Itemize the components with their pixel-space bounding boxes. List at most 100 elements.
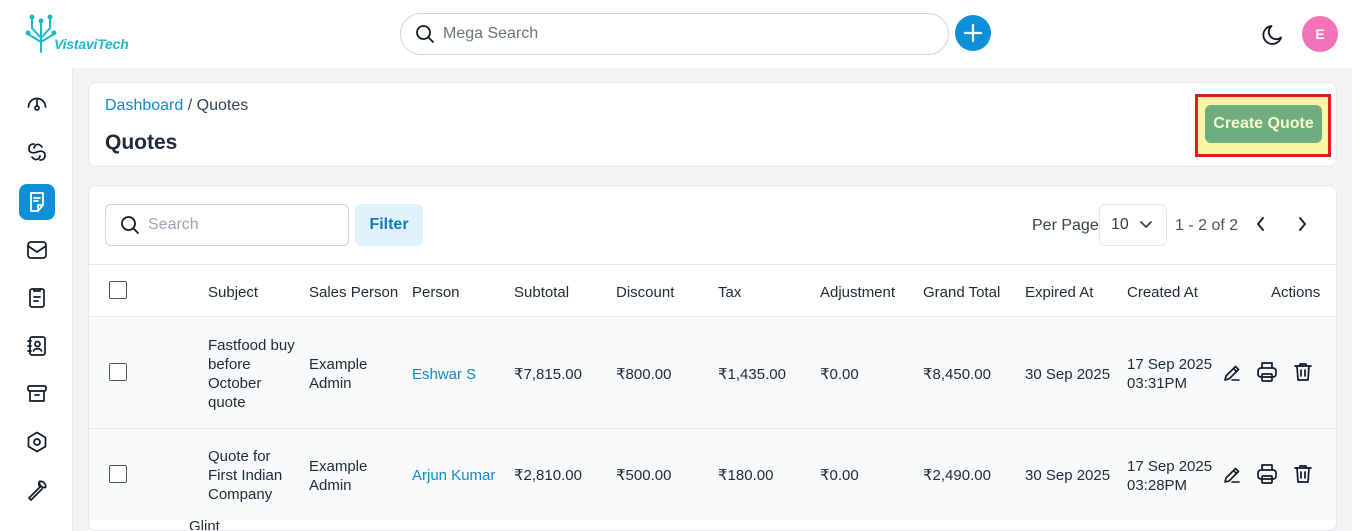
trash-icon (1294, 363, 1312, 381)
chevron-down-icon (1140, 221, 1152, 228)
next-page-button[interactable] (1292, 214, 1312, 234)
sidebar-item-settings[interactable] (19, 424, 55, 460)
settings-icon (27, 431, 47, 453)
user-avatar[interactable]: E (1302, 16, 1338, 52)
print-button[interactable] (1255, 360, 1279, 384)
created-date: 17 Sep 2025 (1127, 458, 1213, 475)
subject-line: Quote for (208, 448, 271, 465)
cell-person-link[interactable]: Eshwar S (412, 365, 476, 384)
column-header-actions: Actions (1271, 284, 1321, 301)
row-checkbox[interactable] (109, 465, 127, 483)
cell-subtotal: ₹2,810.00 (514, 467, 582, 484)
products-icon (27, 385, 47, 402)
cell-subject[interactable]: Quote for First Indian Company (208, 447, 282, 504)
subject-line: before (208, 356, 251, 373)
cell-created-at: 17 Sep 2025 03:31PM (1127, 355, 1212, 393)
table-header: Subject Sales Person Person Subtotal Dis… (89, 264, 1336, 316)
cutoff-text: Glint (189, 518, 220, 531)
row-checkbox[interactable] (109, 363, 127, 381)
column-header-discount[interactable]: Discount (616, 284, 674, 301)
printer-icon (1257, 464, 1277, 484)
activities-icon (29, 288, 45, 308)
sales-person-line: Example (309, 458, 368, 475)
plus-icon (963, 23, 983, 43)
cell-discount: ₹800.00 (616, 366, 672, 383)
cell-tax: ₹180.00 (718, 467, 774, 484)
cell-grand-total: ₹2,490.00 (923, 467, 991, 484)
subject-line: Fastfood buy (208, 337, 295, 354)
sales-person-line: Admin (309, 477, 352, 494)
chevron-right-icon (1299, 217, 1306, 231)
prev-page-button[interactable] (1251, 214, 1271, 234)
column-header-adjustment[interactable]: Adjustment (820, 284, 895, 301)
wrench-icon (28, 480, 47, 501)
mega-search-input[interactable] (443, 25, 903, 43)
breadcrumb-dashboard-link[interactable]: Dashboard (105, 97, 183, 114)
quick-create-button[interactable] (955, 15, 991, 51)
column-header-created-at[interactable]: Created At (1127, 284, 1198, 301)
filter-button[interactable]: Filter (355, 204, 423, 246)
cell-person-link[interactable]: Arjun Kumar (412, 466, 495, 485)
dark-mode-toggle[interactable] (1260, 20, 1288, 48)
created-time: 03:28PM (1127, 477, 1188, 494)
per-page-label: Per Page (1032, 217, 1099, 234)
column-header-sales-person[interactable]: Sales Person (309, 284, 398, 301)
table-search-box[interactable] (105, 204, 349, 246)
mail-icon (27, 241, 47, 259)
cell-subject[interactable]: Fastfood buy before October quote (208, 336, 295, 412)
column-header-person[interactable]: Person (412, 284, 460, 301)
mega-search-box[interactable] (400, 13, 949, 55)
sales-person-line: Example (309, 356, 368, 373)
breadcrumb-current: Quotes (196, 97, 249, 114)
column-header-subject[interactable]: Subject (208, 284, 258, 301)
sidebar-item-quotes[interactable] (19, 184, 55, 220)
subject-line: quote (208, 394, 246, 411)
moon-icon (1262, 25, 1282, 45)
pencil-icon (1224, 365, 1240, 381)
column-header-expired-at[interactable]: Expired At (1025, 284, 1093, 301)
cell-subtotal: ₹7,815.00 (514, 366, 582, 383)
quotes-icon (30, 192, 44, 212)
delete-button[interactable] (1291, 462, 1315, 486)
sidebar-item-mail[interactable] (19, 232, 55, 268)
delete-button[interactable] (1291, 360, 1315, 384)
select-all-checkbox[interactable] (109, 281, 127, 299)
pagination-range: 1 - 2 of 2 (1175, 217, 1239, 234)
cell-expired-at: 30 Sep 2025 (1025, 467, 1111, 484)
page-scroll-edge (1337, 68, 1352, 531)
contacts-icon (27, 336, 46, 356)
subject-line: October (208, 375, 262, 392)
sidebar-item-dashboard[interactable] (19, 86, 55, 122)
column-header-tax[interactable]: Tax (718, 284, 741, 301)
leads-icon (28, 143, 46, 161)
sidebar-item-leads[interactable] (19, 134, 55, 170)
table-row[interactable]: Quote for First Indian Company Example A… (89, 428, 1336, 520)
column-header-grand-total[interactable]: Grand Total (923, 284, 1000, 301)
edit-button[interactable] (1220, 463, 1244, 487)
cell-adjustment: ₹0.00 (820, 467, 859, 484)
cell-expired-at: 30 Sep 2025 (1025, 366, 1111, 383)
chevron-left-icon (1257, 217, 1264, 231)
table-row[interactable]: Fastfood buy before October quote Exampl… (89, 316, 1336, 428)
create-quote-button[interactable]: Create Quote (1205, 105, 1322, 143)
print-button[interactable] (1255, 462, 1279, 486)
sidebar (0, 68, 73, 531)
logo[interactable]: VistaviTech (24, 12, 129, 54)
sidebar-item-activities[interactable] (19, 280, 55, 316)
cell-discount: ₹500.00 (616, 467, 672, 484)
subject-line: Company (208, 486, 273, 503)
page-header-card: Dashboard / Quotes Quotes Create Quote (88, 82, 1337, 167)
per-page-select[interactable]: 10 (1099, 204, 1167, 246)
created-time: 03:31PM (1127, 375, 1188, 392)
sidebar-item-contacts[interactable] (19, 328, 55, 364)
top-bar: VistaviTech E (0, 0, 1352, 68)
cell-sales-person: Example Admin (309, 355, 367, 393)
table-search-input[interactable] (148, 216, 338, 234)
edit-button[interactable] (1220, 361, 1244, 385)
breadcrumb: Dashboard / Quotes (105, 97, 248, 115)
pencil-icon (1224, 467, 1240, 483)
cell-sales-person: Example Admin (309, 457, 367, 495)
sidebar-item-products[interactable] (19, 376, 55, 412)
sidebar-item-configuration[interactable] (19, 472, 55, 508)
column-header-subtotal[interactable]: Subtotal (514, 284, 569, 301)
